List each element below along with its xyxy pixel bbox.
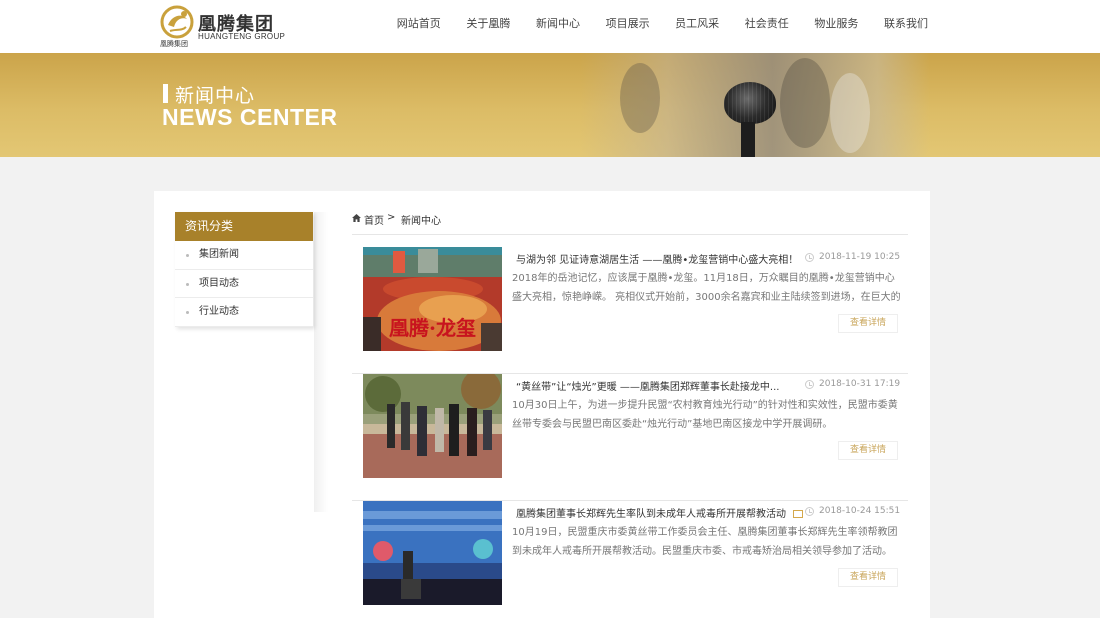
banner-title-en: NEWS CENTER [162,104,338,130]
news-thumbnail-image: 凰腾·龙玺 [363,247,502,351]
breadcrumb: 首页 > 新闻中心 [352,212,908,235]
news-item: 凰腾集团董事长郑辉先生率队到未成年人戒毒所开展帮教活动 2018-10-24 1… [352,501,908,618]
thumb-sign-text: 凰腾·龙玺 [389,316,476,340]
news-thumbnail-image [363,501,502,605]
news-item: “黄丝带”让“烛光”更暖 ——凰腾集团郑辉董事长赴接龙中... 2018-10-… [352,374,908,501]
home-icon[interactable] [352,214,361,222]
news-title-text: 凰腾集团董事长郑辉先生率队到未成年人戒毒所开展帮教活动 [516,509,786,520]
image-icon [793,510,804,518]
view-details-button[interactable]: 查看详情 [838,314,898,333]
breadcrumb-separator: > [387,212,396,223]
news-date: 2018-10-31 17:19 [819,379,901,389]
logo-name-en: HUANGTENG GROUP [198,32,286,41]
clock-icon [805,253,814,262]
nav-item-news[interactable]: 新闻中心 [523,0,593,53]
nav-item-projects[interactable]: 项目展示 [593,0,663,53]
news-thumbnail[interactable]: 凰腾·龙玺 [363,247,502,351]
sidebar-item-group-news[interactable]: 集团新闻 [175,241,313,270]
logo-name-small: 凰腾集团 [160,40,188,48]
news-title[interactable]: “黄丝带”让“烛光”更暖 ——凰腾集团郑辉董事长赴接龙中... [516,378,806,393]
news-summary: 10月30日上午，为进一步提升民盟“农村教育烛光行动”的针对性和实效性，民盟市委… [512,400,898,430]
breadcrumb-current: 新闻中心 [401,216,441,227]
microphone-stand [741,122,755,157]
breadcrumb-home-link[interactable]: 首页 [364,212,384,227]
news-summary: 2018年的岳池记忆，应该属于凰腾•龙玺。11月18日，万众瞩目的凰腾•龙玺营销… [512,273,901,303]
news-title[interactable]: 与湖为邻 见证诗意湖居生活 ——凰腾•龙玺营销中心盛大亮相！ [516,251,806,266]
view-details-button[interactable]: 查看详情 [838,568,898,587]
microphone-grille [724,82,776,124]
nav-item-staff[interactable]: 员工风采 [662,0,732,53]
sidebar-item-industry-news[interactable]: 行业动态 [175,298,313,327]
view-details-button[interactable]: 查看详情 [838,441,898,460]
news-summary: 10月19日，民盟重庆市委黄丝带工作委员会主任、凰腾集团董事长郑辉先生率领帮教团… [512,527,898,557]
news-thumbnail-image [363,374,502,478]
nav-item-about[interactable]: 关于凰腾 [454,0,524,53]
sidebar-item-project-news[interactable]: 项目动态 [175,270,313,298]
clock-icon [805,507,814,516]
sidebar-heading: 资讯分类 [175,212,313,241]
news-date: 2018-10-24 15:51 [819,506,901,516]
news-item: 凰腾·龙玺 与湖为邻 见证诗意湖居生活 ——凰腾•龙玺营销中心盛大亮相！ 201… [352,247,908,374]
nav-item-property[interactable]: 物业服务 [802,0,872,53]
phoenix-logo-icon [160,5,194,39]
banner-title-bar [163,84,168,103]
nav-item-contact[interactable]: 联系我们 [871,0,941,53]
site-header: 凰腾集团 HUANGTENG GROUP 凰腾集团 网站首页 关于凰腾 新闻中心… [0,0,1100,53]
category-sidebar: 资讯分类 集团新闻 项目动态 行业动态 [175,212,313,327]
nav-item-home[interactable]: 网站首页 [384,0,454,53]
news-thumbnail[interactable] [363,501,502,605]
news-date: 2018-11-19 10:25 [819,252,901,262]
clock-icon [805,380,814,389]
site-logo[interactable]: 凰腾集团 HUANGTENG GROUP 凰腾集团 [158,3,288,49]
sidebar-shadow [314,212,328,512]
news-title[interactable]: 凰腾集团董事长郑辉先生率队到未成年人戒毒所开展帮教活动 [516,505,806,520]
nav-item-responsibility[interactable]: 社会责任 [732,0,802,53]
news-thumbnail[interactable] [363,374,502,478]
main-nav: 网站首页 关于凰腾 新闻中心 项目展示 员工风采 社会责任 物业服务 联系我们 [384,0,941,53]
